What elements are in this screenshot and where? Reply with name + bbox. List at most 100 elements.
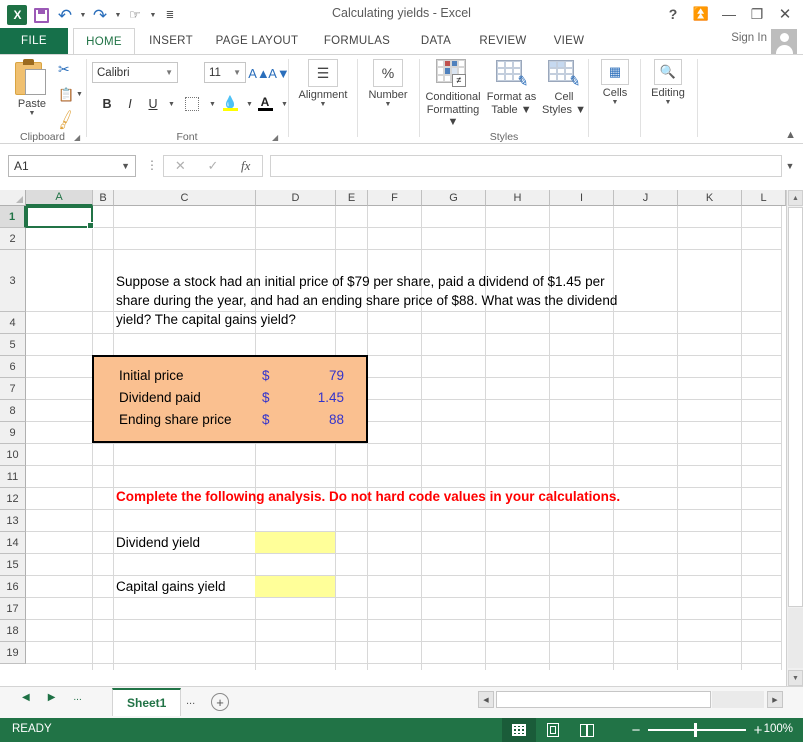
- column-header-k[interactable]: K: [678, 190, 742, 206]
- cell-styles-dropdown-icon[interactable]: ▼: [575, 104, 586, 116]
- column-header-j[interactable]: J: [614, 190, 678, 206]
- row-header-19[interactable]: 19: [0, 642, 26, 664]
- alignment-dropdown-icon[interactable]: ▼: [295, 101, 351, 108]
- select-all-corner[interactable]: [0, 190, 26, 206]
- increase-font-size-icon[interactable]: A▲: [248, 62, 270, 84]
- tab-file[interactable]: FILE: [0, 28, 68, 54]
- row-header-7[interactable]: 7: [0, 378, 26, 400]
- minimize-icon[interactable]: —: [715, 2, 743, 26]
- cells-area[interactable]: Suppose a stock had an initial price of …: [26, 206, 782, 670]
- row-header-1[interactable]: 1: [0, 206, 26, 228]
- close-icon[interactable]: ✕: [771, 2, 799, 26]
- cells-dropdown-icon[interactable]: ▼: [593, 99, 637, 106]
- format-as-table-button[interactable]: ✎ Format as Table ▼: [484, 59, 539, 116]
- conditional-formatting-button[interactable]: ≠ Conditional Formatting ▼: [422, 59, 484, 129]
- paste-dropdown-icon[interactable]: ▼: [8, 110, 56, 117]
- font-name-select[interactable]: Calibri ▼: [92, 62, 178, 83]
- formula-bar-handle[interactable]: ⋮: [146, 158, 158, 172]
- row-header-18[interactable]: 18: [0, 620, 26, 642]
- zoom-out-button[interactable]: −: [628, 722, 644, 739]
- scroll-right-icon[interactable]: ▶: [767, 691, 783, 708]
- column-header-d[interactable]: D: [256, 190, 336, 206]
- row-header-14[interactable]: 14: [0, 532, 26, 554]
- row-header-6[interactable]: 6: [0, 356, 26, 378]
- scroll-left-icon[interactable]: ◀: [478, 691, 494, 708]
- column-header-h[interactable]: H: [486, 190, 550, 206]
- scroll-up-icon[interactable]: ▲: [788, 190, 803, 206]
- row-header-11[interactable]: 11: [0, 466, 26, 488]
- row-header-5[interactable]: 5: [0, 334, 26, 356]
- expand-formula-bar-icon[interactable]: ▼: [782, 155, 798, 177]
- row-header-12[interactable]: 12: [0, 488, 26, 510]
- sheet-right-ellipsis[interactable]: ...: [186, 695, 195, 707]
- next-sheet-icon[interactable]: ▶: [48, 692, 56, 703]
- row-header-8[interactable]: 8: [0, 400, 26, 422]
- row-header-10[interactable]: 10: [0, 444, 26, 466]
- zoom-level[interactable]: 100%: [764, 723, 793, 735]
- decrease-font-size-icon[interactable]: A▼: [268, 62, 290, 84]
- row-header-15[interactable]: 15: [0, 554, 26, 576]
- row-header-3[interactable]: 3: [0, 250, 26, 312]
- copy-icon[interactable]: 📋: [58, 87, 74, 103]
- add-sheet-icon[interactable]: +: [211, 693, 229, 711]
- format-painter-icon[interactable]: 🖌: [53, 108, 78, 131]
- name-box[interactable]: A1 ▼: [8, 155, 136, 177]
- format-as-table-dropdown-icon[interactable]: ▼: [521, 104, 532, 116]
- sheet-left-ellipsis[interactable]: ...: [73, 692, 81, 703]
- answer-cell-capital-gains-yield[interactable]: [255, 576, 335, 597]
- copy-dropdown-icon[interactable]: ▼: [76, 91, 83, 98]
- conditional-formatting-dropdown-icon[interactable]: ▼: [448, 116, 459, 128]
- horizontal-scroll-track[interactable]: [712, 691, 764, 708]
- vertical-scroll-thumb[interactable]: [788, 207, 803, 607]
- row-header-2[interactable]: 2: [0, 228, 26, 250]
- borders-icon[interactable]: [181, 93, 203, 115]
- cancel-icon[interactable]: ✕: [164, 158, 197, 174]
- row-header-4[interactable]: 4: [0, 312, 26, 334]
- row-header-13[interactable]: 13: [0, 510, 26, 532]
- sheet-tab-sheet1[interactable]: Sheet1: [112, 688, 182, 716]
- row-header-16[interactable]: 16: [0, 576, 26, 598]
- tab-formulas[interactable]: FORMULAS: [314, 28, 400, 54]
- tab-review[interactable]: REVIEW: [470, 28, 536, 54]
- vertical-scroll-track[interactable]: [788, 608, 803, 668]
- page-layout-view-button[interactable]: [536, 718, 570, 742]
- insert-function-icon[interactable]: fx: [229, 158, 262, 174]
- zoom-slider-thumb[interactable]: [694, 723, 697, 737]
- selected-cell-a1[interactable]: [26, 206, 94, 229]
- column-header-f[interactable]: F: [368, 190, 422, 206]
- column-header-a[interactable]: A: [26, 190, 93, 206]
- column-header-c[interactable]: C: [114, 190, 256, 206]
- vertical-scrollbar[interactable]: ▲ ▼: [786, 190, 803, 686]
- ribbon-display-options-icon[interactable]: ⏫: [687, 2, 715, 26]
- avatar[interactable]: [771, 29, 797, 54]
- tab-page-layout[interactable]: PAGE LAYOUT: [205, 28, 309, 54]
- column-header-e[interactable]: E: [336, 190, 368, 206]
- enter-icon[interactable]: ✓: [197, 158, 230, 174]
- cut-icon[interactable]: ✂: [58, 61, 70, 78]
- previous-sheet-icon[interactable]: ◀: [22, 692, 30, 703]
- tab-insert[interactable]: INSERT: [140, 28, 202, 54]
- page-break-preview-button[interactable]: [570, 718, 604, 742]
- tab-home[interactable]: HOME: [73, 28, 135, 54]
- restore-icon[interactable]: ❐: [743, 2, 771, 26]
- clipboard-dialog-launcher[interactable]: ◢: [74, 133, 80, 142]
- alignment-button[interactable]: ☰ Alignment ▼: [295, 59, 351, 108]
- number-dropdown-icon[interactable]: ▼: [360, 101, 416, 108]
- editing-dropdown-icon[interactable]: ▼: [646, 99, 690, 106]
- answer-cell-dividend-yield[interactable]: [255, 532, 335, 553]
- horizontal-scrollbar[interactable]: ◀ ▶: [478, 691, 783, 708]
- underline-dropdown-icon[interactable]: ▼: [160, 93, 182, 115]
- zoom-slider[interactable]: [648, 723, 746, 737]
- column-header-g[interactable]: G: [422, 190, 486, 206]
- font-dialog-launcher[interactable]: ◢: [272, 133, 278, 142]
- column-header-l[interactable]: L: [742, 190, 786, 206]
- cell-styles-button[interactable]: ✎ Cell Styles ▼: [539, 59, 589, 116]
- row-header-9[interactable]: 9: [0, 422, 26, 444]
- bold-button[interactable]: B: [96, 93, 118, 115]
- cells-button[interactable]: ▦ Cells ▼: [593, 59, 637, 106]
- row-header-17[interactable]: 17: [0, 598, 26, 620]
- normal-view-button[interactable]: [502, 718, 536, 742]
- sign-in-button[interactable]: Sign In: [731, 32, 767, 44]
- paste-button[interactable]: Paste ▼: [8, 59, 56, 117]
- column-header-i[interactable]: I: [550, 190, 614, 206]
